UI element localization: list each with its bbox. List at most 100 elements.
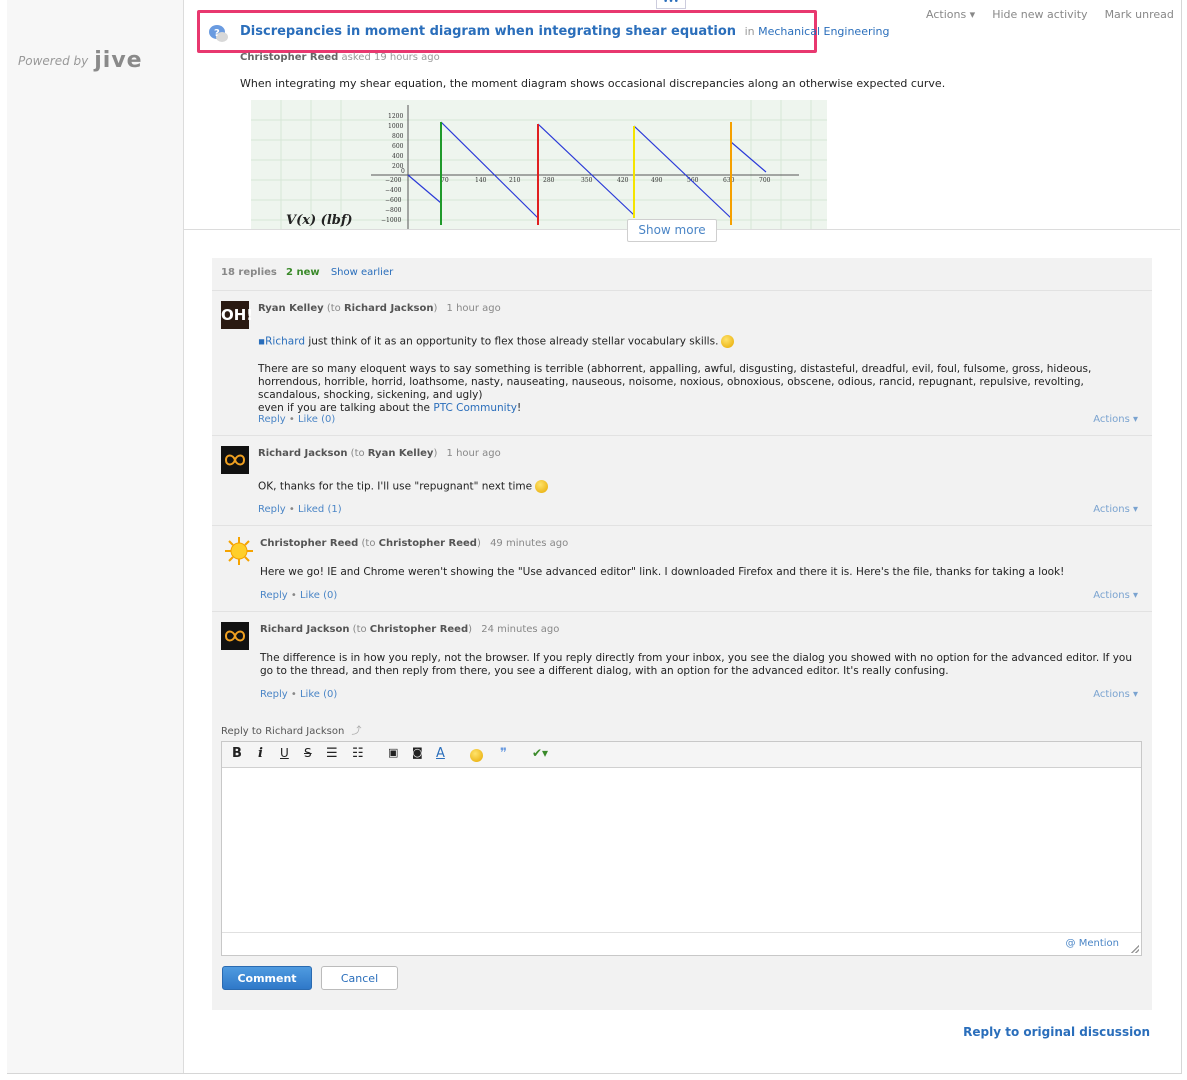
cancel-button[interactable]: Cancel: [321, 966, 398, 990]
numbered-list-icon[interactable]: ☷: [352, 746, 364, 761]
strikethrough-icon[interactable]: S: [304, 746, 312, 760]
reply-recipient[interactable]: Ryan Kelley: [368, 448, 434, 459]
svg-text:−600: −600: [385, 197, 402, 204]
avatar[interactable]: [221, 622, 249, 650]
svg-text:800: 800: [392, 133, 404, 140]
reply-meta: Christopher Reed (to Christopher Reed) 4…: [260, 538, 569, 549]
reply-body: OK, thanks for the tip. I'll use "repugn…: [258, 480, 1148, 494]
media-icon[interactable]: ◙: [412, 746, 423, 759]
reply-link[interactable]: Reply: [258, 504, 286, 515]
mention-link[interactable]: ▪Richard: [258, 336, 305, 348]
show-earlier-link[interactable]: Show earlier: [331, 267, 393, 278]
reply-author[interactable]: Christopher Reed: [260, 538, 358, 549]
svg-text:350: 350: [581, 177, 593, 184]
more-icon[interactable]: •••: [656, 0, 686, 9]
reply-recipient[interactable]: Christopher Reed: [379, 538, 477, 549]
reply-item: Christopher Reed (to Christopher Reed) 4…: [212, 525, 1152, 612]
svg-text:600: 600: [392, 143, 404, 150]
sun-avatar-icon: [225, 537, 253, 565]
reply-count: 18 replies: [221, 267, 277, 278]
avatar[interactable]: [221, 446, 249, 474]
svg-text:−800: −800: [385, 207, 402, 214]
svg-text:210: 210: [509, 177, 521, 184]
reply-author[interactable]: Ryan Kelley: [258, 303, 324, 314]
discussion-question-icon: ?: [209, 25, 228, 42]
shear-diagram: 12001000800 600400200 0−200−400 −600−800…: [251, 100, 827, 230]
avatar[interactable]: [224, 536, 253, 565]
reply-link[interactable]: Reply: [260, 689, 288, 700]
reply-author[interactable]: Richard Jackson: [258, 448, 347, 459]
actions-menu[interactable]: Actions ▾: [926, 8, 975, 21]
comment-textarea[interactable]: [222, 768, 1141, 931]
like-link[interactable]: Like (0): [300, 689, 337, 700]
top-actions: Actions ▾ Hide new activity Mark unread: [926, 8, 1174, 21]
discussion-title: Discrepancies in moment diagram when int…: [240, 24, 890, 39]
reply-author[interactable]: Richard Jackson: [260, 624, 349, 635]
mark-unread-link[interactable]: Mark unread: [1105, 8, 1174, 21]
infinity-avatar-icon: [224, 454, 246, 466]
bold-icon[interactable]: B: [232, 746, 242, 761]
reply-item: Richard Jackson (to Christopher Reed) 24…: [212, 611, 1152, 711]
reply-recipient[interactable]: Richard Jackson: [344, 303, 433, 314]
svg-text:420: 420: [617, 177, 629, 184]
reply-footer: Reply • Like (0): [258, 414, 336, 425]
reply-item: Richard Jackson (to Ryan Kelley) 1 hour …: [212, 435, 1152, 526]
reply-body: ▪Richard just think of it as an opportun…: [258, 335, 1148, 349]
reply-body: The difference is in how you reply, not …: [260, 652, 1133, 677]
svg-text:−1000: −1000: [381, 217, 401, 224]
spellcheck-icon[interactable]: ✔▾: [532, 746, 548, 760]
reply-link[interactable]: Reply: [260, 590, 288, 601]
svg-text:700: 700: [759, 177, 771, 184]
comment-button[interactable]: Comment: [222, 966, 312, 990]
left-sidebar: [7, 0, 184, 1073]
reply-body-paragraph: There are so many eloquent ways to say s…: [258, 363, 1092, 414]
discussion-title-link[interactable]: Discrepancies in moment diagram when int…: [240, 24, 736, 39]
reply-time: 49 minutes ago: [490, 538, 569, 549]
shear-diagram-image: 1200 1000 800 600 400 200 0 −200 −400 −600 −800…: [251, 100, 827, 230]
svg-text:?: ?: [214, 28, 220, 39]
bullet-list-icon[interactable]: ☰: [326, 746, 338, 761]
svg-text:1000: 1000: [388, 123, 403, 130]
reply-actions-menu[interactable]: Actions ▾: [1093, 504, 1138, 515]
infinity-avatar-icon: [224, 630, 246, 642]
show-more-button[interactable]: Show more: [627, 219, 717, 242]
image-icon[interactable]: ▣: [388, 746, 398, 759]
like-link[interactable]: Liked (1): [298, 504, 342, 515]
resize-handle-icon[interactable]: [1131, 945, 1139, 953]
ptc-community-link[interactable]: PTC Community: [433, 402, 517, 414]
thread-header: 18 replies 2 new Show earlier: [221, 267, 393, 278]
reply-actions-menu[interactable]: Actions ▾: [1093, 689, 1138, 700]
hide-new-activity-link[interactable]: Hide new activity: [992, 8, 1087, 21]
plot-axis-label: V(x) (lbf): [286, 213, 353, 228]
like-link[interactable]: Like (0): [300, 590, 337, 601]
italic-icon[interactable]: i: [258, 746, 263, 761]
question-author-line: Christopher Reed asked 19 hours ago: [240, 52, 440, 63]
svg-text:140: 140: [475, 177, 487, 184]
quote-icon[interactable]: ❞: [500, 746, 507, 761]
svg-text:630: 630: [723, 177, 735, 184]
emoticon-icon[interactable]: [470, 748, 483, 763]
underline-icon[interactable]: U: [280, 746, 289, 760]
svg-text:400: 400: [392, 153, 404, 160]
category-link[interactable]: Mechanical Engineering: [758, 25, 889, 38]
like-link[interactable]: Like (0): [298, 414, 335, 425]
reply-actions-menu[interactable]: Actions ▾: [1093, 414, 1138, 425]
mention-button[interactable]: @ Mention: [1066, 938, 1119, 949]
question-author[interactable]: Christopher Reed: [240, 52, 338, 63]
reply-to-name[interactable]: Richard Jackson: [265, 726, 344, 737]
reply-to-original-link[interactable]: Reply to original discussion: [963, 1025, 1150, 1039]
svg-text:280: 280: [543, 177, 555, 184]
reply-actions-menu[interactable]: Actions ▾: [1093, 590, 1138, 601]
svg-text:0: 0: [401, 168, 405, 175]
reply-footer: Reply • Liked (1): [258, 504, 342, 515]
avatar[interactable]: OH!: [221, 301, 253, 329]
reply-time: 24 minutes ago: [481, 624, 560, 635]
reply-recipient[interactable]: Christopher Reed: [370, 624, 468, 635]
editor-toolbar: B i U S ☰ ☷ ▣ ◙ A ❞ ✔▾: [222, 742, 1141, 768]
reply-link[interactable]: Reply: [258, 414, 286, 425]
reply-footer: Reply • Like (0): [260, 689, 338, 700]
font-style-icon[interactable]: A: [436, 746, 445, 761]
smiley-icon: [721, 335, 735, 348]
pop-out-icon[interactable]: ⤴: [351, 726, 361, 737]
svg-text:−200: −200: [385, 177, 402, 184]
